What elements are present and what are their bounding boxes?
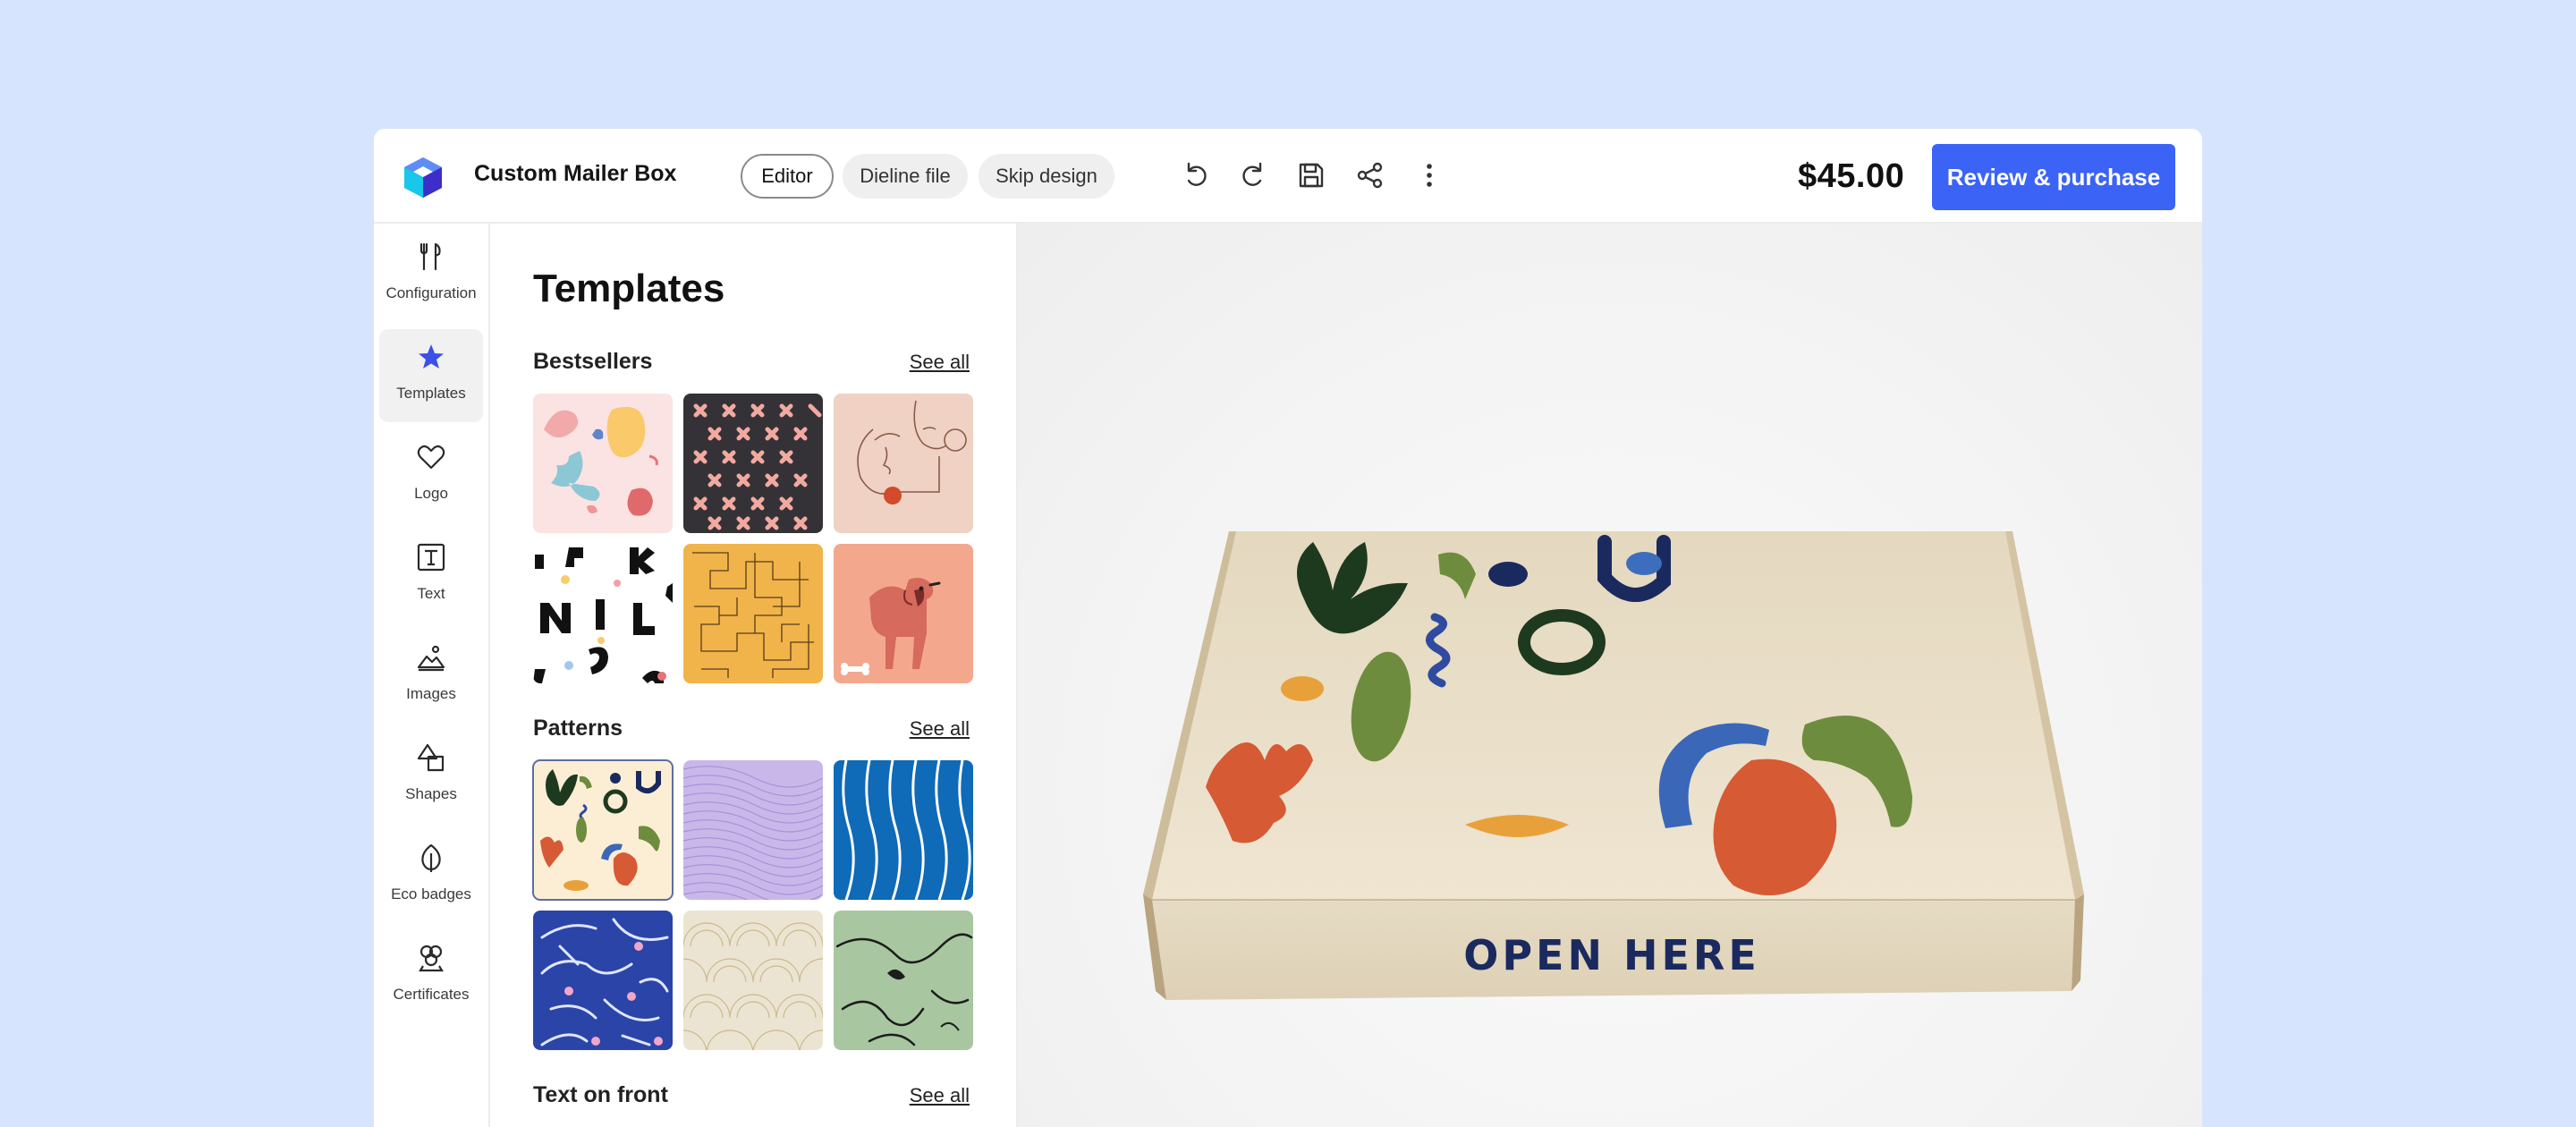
tab-dieline-file[interactable]: Dieline file [843,154,968,199]
template-tile-maze[interactable] [683,544,823,683]
mailer-box-preview[interactable]: OPEN HERE [1018,224,2202,1127]
heart-icon [417,445,445,470]
star-icon [419,344,444,369]
rail-label-text: Text [417,585,445,602]
share-icon[interactable] [1354,159,1386,191]
see-all-patterns-link[interactable]: See all [910,717,970,741]
rail-item-shapes[interactable]: Shapes [379,730,483,823]
rail-item-text[interactable]: Text [379,530,483,623]
tab-editor[interactable]: Editor [741,154,834,199]
undo-icon[interactable] [1181,159,1213,191]
rail-label-images: Images [406,685,456,702]
redo-icon[interactable] [1236,159,1268,191]
pattern-tile-organic-shapes[interactable] [532,759,674,901]
shapes-icon [417,743,445,772]
top-bar: Custom Mailer Box Editor Dieline file Sk… [374,129,2202,224]
see-all-bestsellers-link[interactable]: See all [910,351,970,374]
tab-skip-design[interactable]: Skip design [979,154,1114,199]
rail-item-certificates[interactable]: Certificates [379,930,483,1023]
section-title-text-on-front: Text on front [533,1082,668,1107]
price-label: $45.00 [1798,157,1905,195]
see-all-text-on-front-link[interactable]: See all [910,1084,970,1107]
rail-item-eco-badges[interactable]: Eco badges [379,830,483,923]
panel-title: Templates [533,267,725,310]
rail-item-templates[interactable]: Templates [379,329,483,422]
template-tile-cross-pattern[interactable] [683,394,823,533]
review-purchase-button[interactable]: Review & purchase [1932,144,2175,210]
pattern-tile-green-abstract[interactable] [834,911,973,1050]
pattern-tile-navy-lines[interactable] [533,911,673,1050]
app-title: Custom Mailer Box [474,161,677,186]
pattern-tile-blue-stripes[interactable] [834,760,973,900]
pattern-tile-lavender-waves[interactable] [683,760,823,900]
template-tile-letters[interactable] [533,544,673,683]
rail-item-logo[interactable]: Logo [379,429,483,522]
leaf-icon [421,843,441,872]
text-icon [417,543,445,572]
image-icon [417,645,445,672]
tool-rail: Configuration Templates Logo Text Images… [374,224,490,1127]
app-logo-icon[interactable] [402,156,444,199]
editor-window: Custom Mailer Box Editor Dieline file Sk… [374,129,2202,1127]
rail-label-logo: Logo [414,485,448,502]
more-vertical-icon[interactable] [1413,159,1445,191]
pattern-tile-scallops[interactable] [683,911,823,1050]
rail-label-configuration: Configuration [386,284,477,301]
rail-item-images[interactable]: Images [379,630,483,723]
rail-label-templates: Templates [396,385,466,402]
template-tile-abstract-blobs[interactable] [533,394,673,533]
rail-label-eco-badges: Eco badges [391,886,471,902]
tools-icon [419,242,441,271]
templates-panel: Templates Bestsellers See all Patterns S… [490,224,1018,1127]
section-title-bestsellers: Bestsellers [533,349,653,374]
rail-item-configuration[interactable]: Configuration [379,229,483,322]
rail-label-shapes: Shapes [405,785,457,802]
template-tile-line-face[interactable] [834,394,973,533]
section-title-patterns: Patterns [533,716,623,741]
design-canvas[interactable]: OPEN HERE [1018,224,2202,1127]
template-tile-dog[interactable] [834,544,973,683]
save-icon[interactable] [1295,159,1327,191]
box-front-text: OPEN HERE [1463,931,1760,979]
rail-label-certificates: Certificates [393,986,470,1003]
certificate-icon [419,945,444,972]
